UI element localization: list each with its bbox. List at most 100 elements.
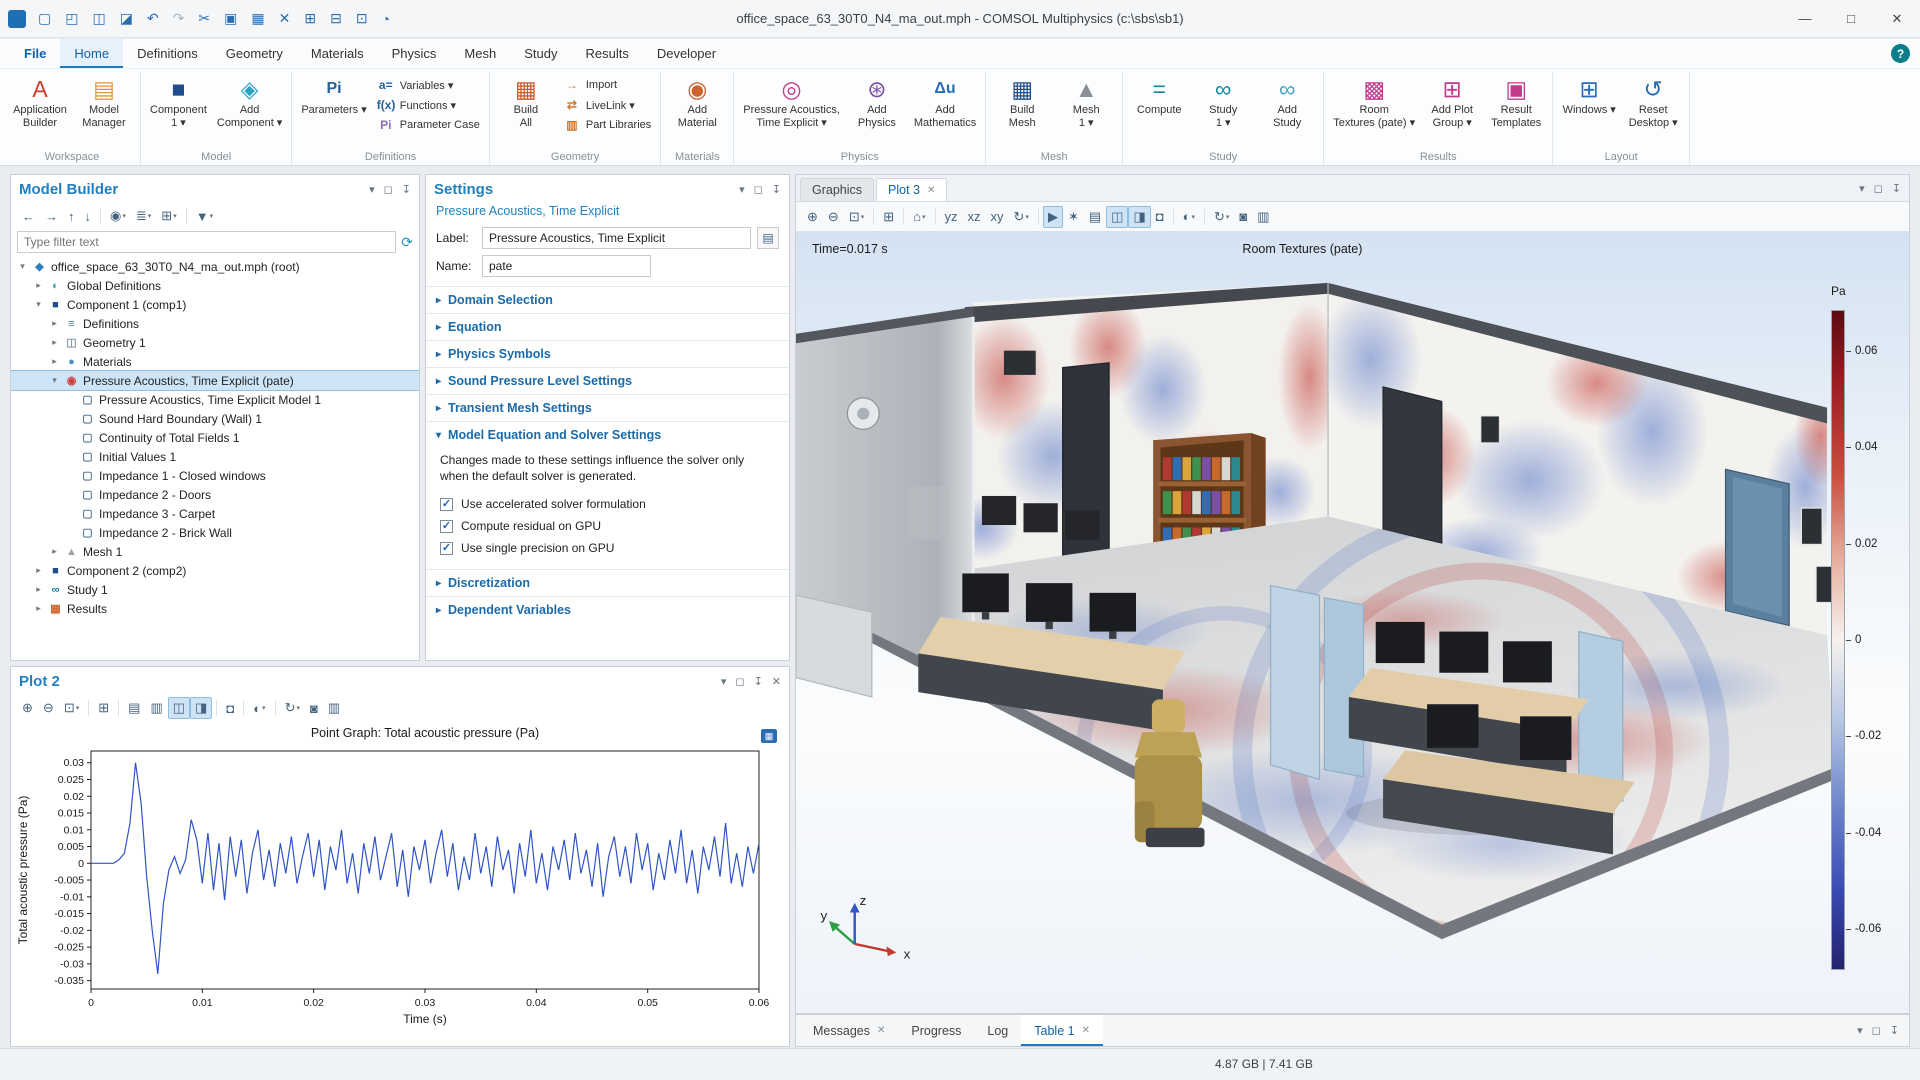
tree-item-definitions[interactable]: ▸ ≡ Definitions	[11, 314, 419, 333]
float-panel-icon[interactable]: ◻	[735, 675, 744, 688]
menu-geometry[interactable]: Geometry	[212, 39, 297, 68]
tree-item-component-2-comp2[interactable]: ▸ ■ Component 2 (comp2)	[11, 561, 419, 580]
show-legends-icon[interactable]: ◨	[190, 697, 213, 719]
zoom-extents-icon[interactable]: ⊞	[878, 206, 899, 228]
panel-menu-icon[interactable]: ▾	[721, 675, 727, 688]
section-header-equation[interactable]: ▸ Equation	[426, 314, 789, 340]
zoom-box-icon[interactable]: ⊡ ▾	[844, 206, 869, 228]
menu-file[interactable]: File	[10, 39, 60, 68]
print-icon[interactable]: ▥	[323, 697, 345, 719]
cut-icon[interactable]: ✂	[192, 7, 216, 30]
room-textures-button[interactable]: ▩ Room Textures (pate) ▾	[1329, 73, 1419, 133]
tree-item-mesh-1[interactable]: ▸ ▲ Mesh 1	[11, 542, 419, 561]
show-id-button[interactable]: ▤	[757, 227, 779, 249]
forward-icon[interactable]: →	[40, 206, 63, 227]
model-manager-button[interactable]: ▤ Model Manager	[73, 73, 135, 133]
study-1-button[interactable]: ∞ Study 1 ▾	[1192, 73, 1254, 133]
transparency-icon[interactable]: ◫	[1106, 205, 1129, 228]
menu-home[interactable]: Home	[60, 39, 124, 68]
tree-item-impedance-2-brick-wall[interactable]: ▢ Impedance 2 - Brick Wall	[11, 523, 419, 542]
manual-axis-limits-icon[interactable]: ◫	[167, 697, 191, 719]
update-plot-icon[interactable]: ↻ ▾	[280, 697, 305, 719]
new-file-icon[interactable]: ▢	[32, 7, 57, 30]
maximize-button[interactable]: □	[1828, 0, 1874, 38]
plot-properties-icon[interactable]: ▦	[761, 729, 777, 743]
mesh-1-button[interactable]: ▲ Mesh 1 ▾	[1055, 73, 1117, 133]
panel-menu-icon[interactable]: ▾	[1857, 1024, 1863, 1037]
redo-icon[interactable]: ↷	[167, 7, 191, 30]
menu-mesh[interactable]: Mesh	[450, 39, 510, 68]
go-to-default-view-icon[interactable]: ⌂ ▾	[908, 206, 930, 227]
environment-icon[interactable]: ▤	[1084, 206, 1106, 228]
checkbox-use-accelerated-solver-formulation[interactable]: ✓ Use accelerated solver formulation	[440, 493, 775, 515]
expand-icon[interactable]: ▸	[49, 337, 60, 348]
plot2-chart-svg[interactable]: Point Graph: Total acoustic pressure (Pa…	[11, 721, 789, 1046]
label-input[interactable]	[482, 227, 751, 249]
pin-panel-icon[interactable]: ↧	[772, 183, 781, 196]
add-physics-button[interactable]: ⊛ Add Physics	[846, 73, 908, 133]
add-mathematics-button[interactable]: Δu Add Mathematics	[910, 73, 980, 133]
functions-button[interactable]: f(x) Functions ▾	[373, 97, 484, 113]
tab-log[interactable]: Log	[974, 1015, 1021, 1046]
menu-study[interactable]: Study	[510, 39, 571, 68]
variables-button[interactable]: a= Variables ▾	[373, 77, 484, 93]
build-mesh-button[interactable]: ▦ Build Mesh	[991, 73, 1053, 133]
pin-panel-icon[interactable]: ↧	[1892, 182, 1901, 195]
minimize-button[interactable]: —	[1782, 0, 1828, 38]
build-all-button[interactable]: ▦ Build All	[495, 73, 557, 133]
rotate-view-icon[interactable]: ↻ ▾	[1009, 206, 1034, 228]
part-libraries-button[interactable]: ▥ Part Libraries	[559, 117, 655, 133]
model-builder-window-icon[interactable]: ⊞	[298, 7, 322, 30]
zoom-out-icon[interactable]: ⊖	[38, 697, 59, 719]
undo-icon[interactable]: ↶	[141, 7, 165, 30]
save-as-icon[interactable]: ◪	[114, 7, 139, 30]
section-header-discretization[interactable]: ▸ Discretization	[426, 570, 789, 596]
tree-item-continuity-of-total-fields-1[interactable]: ▢ Continuity of Total Fields 1	[11, 428, 419, 447]
tree-item-impedance-2-doors[interactable]: ▢ Impedance 2 - Doors	[11, 485, 419, 504]
view-along-x-icon[interactable]: yz	[940, 206, 963, 227]
tree-item-initial-values-1[interactable]: ▢ Initial Values 1	[11, 447, 419, 466]
section-header-domain-selection[interactable]: ▸ Domain Selection	[426, 287, 789, 313]
checkbox-use-single-precision-on-gpu[interactable]: ✓ Use single precision on GPU	[440, 537, 775, 559]
windows-button[interactable]: ⊞ Windows ▾	[1558, 73, 1620, 120]
parameter-case-button[interactable]: Pi Parameter Case	[373, 117, 484, 133]
tab-graphics[interactable]: Graphics	[800, 178, 875, 201]
section-header-physics-symbols[interactable]: ▸ Physics Symbols	[426, 341, 789, 367]
open-file-icon[interactable]: ◰	[59, 7, 84, 30]
application-builder-button[interactable]: A Application Builder	[9, 73, 71, 133]
show-icon[interactable]: ◉ ▾	[105, 205, 131, 227]
collapse-icon[interactable]: ▾	[49, 375, 60, 386]
expand-icon[interactable]: ▸	[33, 584, 44, 595]
scene-light-icon[interactable]: ✶	[1063, 206, 1084, 228]
progress-window-icon[interactable]: ◔	[376, 8, 396, 30]
lock-axes-icon[interactable]: ◘	[221, 698, 239, 719]
tab-messages[interactable]: Messages ✕	[800, 1015, 898, 1046]
tree-item-impedance-3-carpet[interactable]: ▢ Impedance 3 - Carpet	[11, 504, 419, 523]
panel-menu-icon[interactable]: ▾	[369, 183, 375, 196]
add-plot-group-button[interactable]: ⊞ Add Plot Group ▾	[1421, 73, 1483, 133]
save-icon[interactable]: ◫	[86, 7, 111, 30]
view-along-y-icon[interactable]: xz	[963, 206, 986, 227]
color-theme-icon[interactable]: ◐ ▾	[1178, 206, 1200, 227]
tree-item-geometry-1[interactable]: ▸ ◫ Geometry 1	[11, 333, 419, 352]
livelink-button[interactable]: ⇄ LiveLink ▾	[559, 97, 655, 113]
tree-item-pressure-acoustics-time-explicit-pate[interactable]: ▾ ◉ Pressure Acoustics, Time Explicit (pat…	[11, 370, 419, 391]
update-plot-icon[interactable]: ↻ ▾	[1209, 206, 1234, 228]
float-panel-icon[interactable]: ◻	[384, 183, 393, 196]
menu-developer[interactable]: Developer	[643, 39, 730, 68]
zoom-box-icon[interactable]: ⊡ ▾	[59, 697, 84, 719]
menu-results[interactable]: Results	[571, 39, 642, 68]
collapse-icon[interactable]: ▾	[17, 261, 28, 272]
compute-button[interactable]: = Compute	[1128, 73, 1190, 120]
panel-menu-icon[interactable]: ▾	[739, 183, 745, 196]
expand-icon[interactable]: ▸	[33, 280, 44, 291]
expand-icon[interactable]: ▸	[49, 546, 60, 557]
model-tree-filter-icon[interactable]: ▼ ▾	[191, 206, 218, 227]
tree-item-sound-hard-boundary-wall-1[interactable]: ▢ Sound Hard Boundary (Wall) 1	[11, 409, 419, 428]
tab-progress[interactable]: Progress	[898, 1015, 974, 1046]
refresh-icon[interactable]: ⟳	[401, 234, 413, 251]
view-along-z-icon[interactable]: xy	[986, 206, 1009, 227]
tree-item-impedance-1-closed-windows[interactable]: ▢ Impedance 1 - Closed windows	[11, 466, 419, 485]
tree-item-results[interactable]: ▸ ▦ Results	[11, 599, 419, 618]
import-button[interactable]: → Import	[559, 77, 655, 93]
